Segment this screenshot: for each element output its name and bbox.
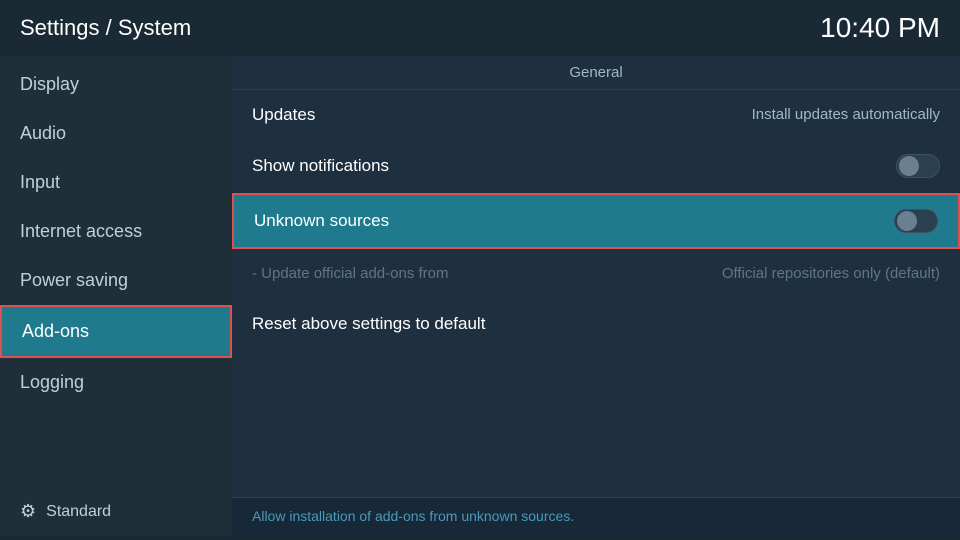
setting-value-update-addons: Official repositories only (default) (722, 265, 940, 282)
sidebar-label-display: Display (20, 74, 79, 95)
setting-row-update-addons: - Update official add-ons from Official … (232, 249, 960, 299)
toggle-knob-show-notifications (899, 156, 919, 176)
setting-row-updates[interactable]: Updates Install updates automatically (232, 90, 960, 140)
status-text: Allow installation of add-ons from unkno… (252, 508, 574, 524)
setting-label-updates: Updates (252, 105, 315, 125)
toggle-show-notifications[interactable] (896, 154, 940, 178)
sidebar-item-logging[interactable]: Logging (0, 358, 232, 407)
sidebar-item-power-saving[interactable]: Power saving (0, 256, 232, 305)
settings-list: Updates Install updates automatically Sh… (232, 90, 960, 497)
sidebar-label-input: Input (20, 172, 60, 193)
profile-label: Standard (46, 503, 111, 521)
header: Settings / System 10:40 PM (0, 0, 960, 56)
toggle-unknown-sources[interactable] (894, 209, 938, 233)
sidebar-label-logging: Logging (20, 372, 84, 393)
section-header: General (232, 56, 960, 90)
section-title: General (569, 64, 622, 81)
setting-label-reset: Reset above settings to default (252, 314, 485, 334)
sidebar: Display Audio Input Internet access Powe… (0, 56, 232, 536)
setting-row-reset[interactable]: Reset above settings to default (232, 299, 960, 349)
main-container: Display Audio Input Internet access Powe… (0, 56, 960, 536)
sidebar-item-add-ons[interactable]: Add-ons (0, 305, 232, 358)
setting-label-show-notifications: Show notifications (252, 156, 389, 176)
sidebar-item-input[interactable]: Input (0, 158, 232, 207)
sidebar-item-display[interactable]: Display (0, 60, 232, 109)
setting-label-update-addons: - Update official add-ons from (252, 265, 449, 282)
gear-icon: ⚙ (20, 501, 36, 522)
setting-row-show-notifications[interactable]: Show notifications (232, 140, 960, 193)
sidebar-item-audio[interactable]: Audio (0, 109, 232, 158)
sidebar-label-power-saving: Power saving (20, 270, 128, 291)
clock: 10:40 PM (820, 12, 940, 44)
status-bar: Allow installation of add-ons from unkno… (232, 497, 960, 536)
sidebar-item-internet-access[interactable]: Internet access (0, 207, 232, 256)
setting-label-unknown-sources: Unknown sources (254, 211, 389, 231)
page-title: Settings / System (20, 15, 191, 41)
setting-value-updates: Install updates automatically (752, 106, 940, 123)
sidebar-bottom: ⚙ Standard (0, 487, 232, 536)
sidebar-label-audio: Audio (20, 123, 66, 144)
sidebar-label-internet-access: Internet access (20, 221, 142, 242)
sidebar-label-add-ons: Add-ons (22, 321, 89, 342)
setting-row-unknown-sources[interactable]: Unknown sources (232, 193, 960, 249)
content-area: General Updates Install updates automati… (232, 56, 960, 536)
toggle-knob-unknown-sources (897, 211, 917, 231)
